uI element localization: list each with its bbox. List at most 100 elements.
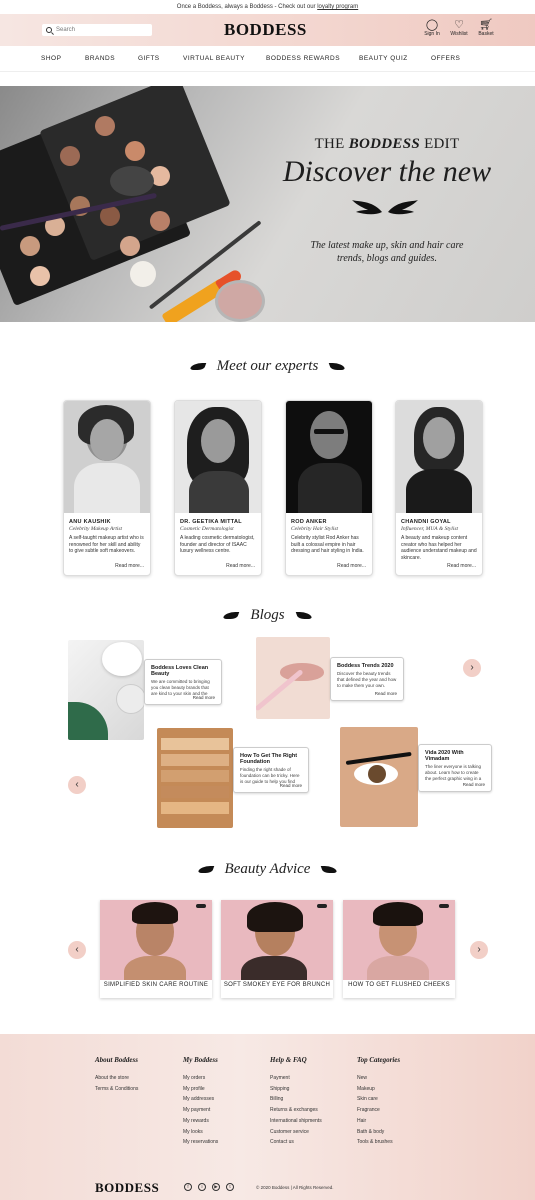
- brand-logo[interactable]: BODDESS: [224, 20, 307, 40]
- footer-column-about: About Boddess About the store Terms & Co…: [95, 1056, 138, 1094]
- footer-link[interactable]: International shipments: [270, 1116, 322, 1127]
- hero-headline: Discover the new: [282, 155, 492, 188]
- footer-link[interactable]: Customer service: [270, 1127, 322, 1138]
- footer-link[interactable]: Payment: [270, 1073, 322, 1084]
- blogs-next-button[interactable]: ›: [463, 659, 481, 677]
- advice-image: [221, 900, 333, 980]
- expert-name: ROD ANKER: [291, 519, 327, 525]
- expert-bio: A beauty and makeup content creator who …: [401, 535, 477, 561]
- advice-card[interactable]: SIMPLIFIED SKIN CARE ROUTINE: [100, 900, 212, 998]
- expert-name: ANU KAUSHIK: [69, 519, 111, 525]
- blog-desc: Discover the beauty trends that defined …: [337, 671, 397, 688]
- loyalty-program-link[interactable]: loyalty program: [317, 4, 358, 10]
- footer-link[interactable]: My addresses: [183, 1094, 218, 1105]
- expert-photo: [286, 401, 372, 513]
- announcement-bar: Once a Boddess, always a Boddess - Check…: [0, 0, 535, 14]
- blog-card[interactable]: How To Get The Right Foundation Finding …: [233, 747, 309, 793]
- footer-link[interactable]: My payment: [183, 1105, 218, 1116]
- blog-image[interactable]: [340, 727, 418, 827]
- main-nav: SHOP BRANDS GIFTS VIRTUAL BEAUTY BODDESS…: [0, 46, 535, 72]
- read-more-link[interactable]: Read more...: [447, 563, 476, 569]
- facebook-icon[interactable]: f: [184, 1183, 192, 1191]
- advice-image: [343, 900, 455, 980]
- wishlist-button[interactable]: ♡ Wishlist: [448, 19, 470, 37]
- expert-card[interactable]: ROD ANKER Celebrity Hair Stylist Celebri…: [285, 400, 373, 576]
- footer-link[interactable]: My reservations: [183, 1137, 218, 1148]
- footer-link[interactable]: My rewards: [183, 1116, 218, 1127]
- expert-card[interactable]: CHANDNI GOYAL Influencer, MUA & Stylist …: [395, 400, 483, 576]
- blog-image[interactable]: [157, 728, 233, 828]
- advice-title-text: Beauty Advice: [224, 861, 311, 877]
- expert-role: Celebrity Hair Stylist: [291, 526, 339, 532]
- advice-next-button[interactable]: ›: [470, 941, 488, 959]
- nav-item-offers[interactable]: OFFERS: [431, 55, 460, 62]
- footer-link[interactable]: Fragrance: [357, 1105, 400, 1116]
- footer-logo[interactable]: BODDESS: [95, 1180, 159, 1196]
- user-icon: ◯: [425, 19, 439, 31]
- hero-kicker-suffix: EDIT: [424, 136, 460, 152]
- expert-role: Celebrity Makeup Artist: [69, 526, 123, 532]
- blog-image[interactable]: [256, 637, 330, 719]
- expert-name: DR. GEETIKA MITTAL: [180, 519, 242, 525]
- basket-button[interactable]: 🛒︎ Basket: [475, 19, 497, 37]
- hero-kicker-brand: BODDESS: [348, 136, 420, 152]
- footer-link[interactable]: Tools & brushes: [357, 1137, 400, 1148]
- footer-link[interactable]: Skin care: [357, 1094, 400, 1105]
- blog-card[interactable]: Boddess Trends 2020 Discover the beauty …: [330, 657, 404, 701]
- blog-read-more[interactable]: Read more: [463, 782, 485, 787]
- nav-item-beauty-quiz[interactable]: BEAUTY QUIZ: [359, 55, 408, 62]
- footer-link[interactable]: Bath & body: [357, 1127, 400, 1138]
- read-more-link[interactable]: Read more...: [226, 563, 255, 569]
- hero-kicker: THE BODDESS EDIT: [262, 136, 512, 153]
- sign-in-button[interactable]: ◯ Sign In: [421, 19, 443, 37]
- search-input[interactable]: Search: [42, 24, 152, 36]
- nav-item-shop[interactable]: SHOP: [41, 55, 61, 62]
- expert-bio: Celebrity stylist Rod Anker has built a …: [291, 535, 364, 554]
- nav-item-gifts[interactable]: GIFTS: [138, 55, 160, 62]
- footer-link[interactable]: New: [357, 1073, 400, 1084]
- footer-link[interactable]: My looks: [183, 1127, 218, 1138]
- advice-section-title: Beauty Advice: [0, 861, 535, 878]
- blogs-section-title: Blogs: [0, 607, 535, 624]
- nav-item-boddess-rewards[interactable]: BODDESS REWARDS: [266, 55, 340, 62]
- advice-caption: SOFT SMOKEY EYE FOR BRUNCH: [223, 982, 331, 988]
- wing-right-icon: [295, 612, 312, 620]
- blogs-prev-button[interactable]: ‹: [68, 776, 86, 794]
- expert-card[interactable]: DR. GEETIKA MITTAL Cosmetic Dermatologis…: [174, 400, 262, 576]
- footer-link[interactable]: Returns & exchanges: [270, 1105, 322, 1116]
- blog-read-more[interactable]: Read more: [193, 695, 215, 700]
- chevron-right-icon: ›: [470, 662, 474, 673]
- footer-link[interactable]: Terms & Conditions: [95, 1084, 138, 1095]
- wing-left-icon: [223, 612, 240, 620]
- footer-link[interactable]: Contact us: [270, 1137, 322, 1148]
- nav-item-brands[interactable]: BRANDS: [85, 55, 115, 62]
- footer-link[interactable]: Shipping: [270, 1084, 322, 1095]
- youtube-icon[interactable]: ▶: [212, 1183, 220, 1191]
- advice-prev-button[interactable]: ‹: [68, 941, 86, 959]
- wing-right-icon: [321, 866, 338, 874]
- read-more-link[interactable]: Read more...: [337, 563, 366, 569]
- nav-item-virtual-beauty[interactable]: VIRTUAL BEAUTY: [183, 55, 245, 62]
- footer-link[interactable]: My orders: [183, 1073, 218, 1084]
- instagram-icon[interactable]: ○: [198, 1183, 206, 1191]
- twitter-icon[interactable]: t: [226, 1183, 234, 1191]
- footer-link[interactable]: About the store: [95, 1073, 138, 1084]
- footer-link[interactable]: Billing: [270, 1094, 322, 1105]
- blog-card[interactable]: Boddess Loves Clean Beauty We are commit…: [144, 659, 222, 705]
- blog-image[interactable]: [68, 640, 144, 740]
- read-more-link[interactable]: Read more...: [115, 563, 144, 569]
- advice-card[interactable]: SOFT SMOKEY EYE FOR BRUNCH: [221, 900, 333, 998]
- site-header: Search BODDESS ◯ Sign In ♡ Wishlist 🛒︎ B…: [0, 14, 535, 46]
- hero-banner[interactable]: THE BODDESS EDIT Discover the new The la…: [0, 86, 535, 322]
- footer-link[interactable]: My profile: [183, 1084, 218, 1095]
- blog-title: Boddess Trends 2020: [337, 663, 394, 669]
- expert-card[interactable]: ANU KAUSHIK Celebrity Makeup Artist A se…: [63, 400, 151, 576]
- footer-column-help: Help & FAQ Payment Shipping Billing Retu…: [270, 1056, 322, 1148]
- brand-mark-icon: [196, 904, 206, 908]
- advice-card[interactable]: HOW TO GET FLUSHED CHEEKS: [343, 900, 455, 998]
- blog-read-more[interactable]: Read more: [375, 691, 397, 696]
- footer-link[interactable]: Hair: [357, 1116, 400, 1127]
- blog-read-more[interactable]: Read more: [280, 783, 302, 788]
- blog-card[interactable]: Vida 2020 With Vimadam The liner everyon…: [418, 744, 492, 792]
- footer-link[interactable]: Makeup: [357, 1084, 400, 1095]
